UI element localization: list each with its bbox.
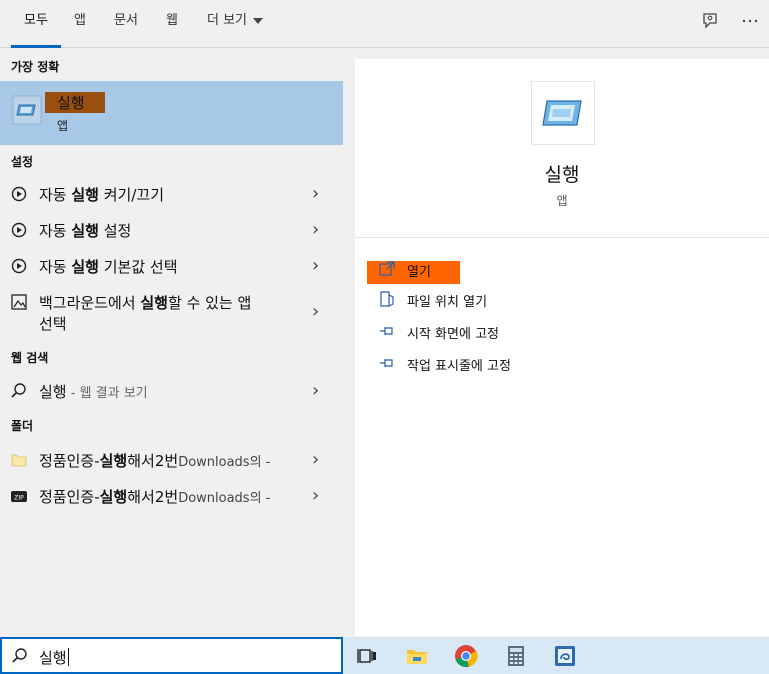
pin-to-taskbar-label: 작업 표시줄에 고정 <box>407 359 511 374</box>
text-caret <box>67 648 69 666</box>
settings-item-label: 자동 실행 켜기/끄기 <box>39 186 165 204</box>
chevron-right-icon: › <box>312 380 320 401</box>
search-icon <box>11 647 29 665</box>
file-explorer-icon[interactable] <box>404 643 430 669</box>
settings-item-label: 자동 실행 기본값 선택 <box>39 258 178 276</box>
svg-text:ZIP: ZIP <box>14 495 24 502</box>
tab-web-label: 웹 <box>166 13 178 28</box>
filter-tab-bar: 모두 앱 문서 웹 더 보기 <box>0 0 769 48</box>
web-search-label: 실행 - 웹 결과 보기 <box>39 383 148 401</box>
divider <box>355 237 769 238</box>
results-pane: 가장 정확 실행 앱 설정 자동 실행 켜기/끄기 › 자동 실행 설정 › 자… <box>0 49 343 636</box>
pin-icon <box>379 323 395 339</box>
settings-item-autoplay-settings[interactable]: 자동 실행 설정 › <box>0 212 343 248</box>
file-location-icon <box>379 291 395 307</box>
open-file-location-label: 파일 위치 열기 <box>407 295 488 310</box>
settings-circle-arrow-icon <box>10 185 28 203</box>
search-icon <box>10 382 28 400</box>
folder-item[interactable]: ZIP 정품인증-실행해서2번Downloads의 - › <box>0 478 343 514</box>
chrome-icon[interactable] <box>453 643 479 669</box>
settings-item-background-apps[interactable]: 백그라운드에서 실행할 수 있는 앱 선택 › <box>0 284 343 338</box>
chevron-right-icon: › <box>312 485 320 506</box>
settings-item-label-line2: 선택 <box>39 315 67 333</box>
tab-apps-label: 앱 <box>74 13 86 28</box>
pin-icon <box>379 355 395 371</box>
section-best-match: 가장 정확 <box>11 60 60 74</box>
taskbar <box>343 637 769 674</box>
image-edit-icon <box>10 293 28 311</box>
folder-icon <box>10 451 28 469</box>
best-match-subtitle: 앱 <box>57 119 69 133</box>
settings-item-autoplay-defaults[interactable]: 자동 실행 기본값 선택 › <box>0 248 343 284</box>
tab-more-label: 더 보기 <box>207 13 248 28</box>
pin-to-start-label: 시작 화면에 고정 <box>407 327 499 342</box>
folder-item-label: 정품인증-실행해서2번Downloads의 - <box>39 452 271 470</box>
preview-pane: 실행 앱 열기 파일 위치 열기 시작 화면에 고정 작업 표시줄에 고정 <box>355 59 769 636</box>
tab-documents[interactable]: 문서 <box>114 0 138 48</box>
web-search-item[interactable]: 실행 - 웹 결과 보기 › <box>0 373 343 409</box>
settings-item-label: 백그라운드에서 실행할 수 있는 앱 <box>39 294 252 312</box>
app-icon[interactable] <box>552 643 578 669</box>
chevron-right-icon: › <box>312 449 320 470</box>
settings-item-label: 자동 실행 설정 <box>39 222 132 240</box>
tab-more[interactable]: 더 보기 <box>207 0 264 48</box>
best-match-item[interactable]: 실행 앱 <box>0 81 343 145</box>
section-folders: 폴더 <box>11 419 34 433</box>
calculator-icon[interactable] <box>503 643 529 669</box>
pin-to-start-action[interactable]: 시작 화면에 고정 <box>379 321 679 343</box>
open-action-label: 열기 <box>407 265 431 280</box>
chevron-right-icon: › <box>312 301 320 322</box>
pin-to-taskbar-action[interactable]: 작업 표시줄에 고정 <box>379 353 679 375</box>
feedback-icon[interactable] <box>700 12 720 32</box>
task-view-icon[interactable] <box>354 643 380 669</box>
open-file-location-action[interactable]: 파일 위치 열기 <box>379 289 679 311</box>
settings-circle-arrow-icon <box>10 257 28 275</box>
tab-documents-label: 문서 <box>114 13 138 28</box>
tab-apps[interactable]: 앱 <box>74 0 86 48</box>
section-settings: 설정 <box>11 155 34 169</box>
chevron-down-icon <box>253 17 264 24</box>
settings-circle-arrow-icon <box>10 221 28 239</box>
chevron-right-icon: › <box>312 183 320 204</box>
best-match-title: 실행 <box>57 94 85 112</box>
search-value: 실행 <box>39 648 69 667</box>
zip-icon: ZIP <box>10 487 28 505</box>
preview-subtitle: 앱 <box>556 194 568 208</box>
tab-web[interactable]: 웹 <box>166 0 178 48</box>
tab-all[interactable]: 모두 <box>11 0 61 48</box>
open-action[interactable]: 열기 <box>379 259 679 281</box>
run-app-icon <box>531 81 595 145</box>
search-input[interactable]: 실행 <box>0 637 343 674</box>
chevron-right-icon: › <box>312 219 320 240</box>
chevron-right-icon: › <box>312 255 320 276</box>
section-web-search: 웹 검색 <box>11 351 49 365</box>
run-app-icon <box>11 94 43 126</box>
settings-item-autoplay-toggle[interactable]: 자동 실행 켜기/끄기 › <box>0 176 343 212</box>
more-options-icon[interactable] <box>740 12 760 32</box>
folder-item-label: 정품인증-실행해서2번Downloads의 - <box>39 488 271 506</box>
open-icon <box>379 261 395 277</box>
tab-all-label: 모두 <box>24 13 48 28</box>
folder-item[interactable]: 정품인증-실행해서2번Downloads의 - › <box>0 442 343 478</box>
preview-title: 실행 <box>544 164 580 186</box>
